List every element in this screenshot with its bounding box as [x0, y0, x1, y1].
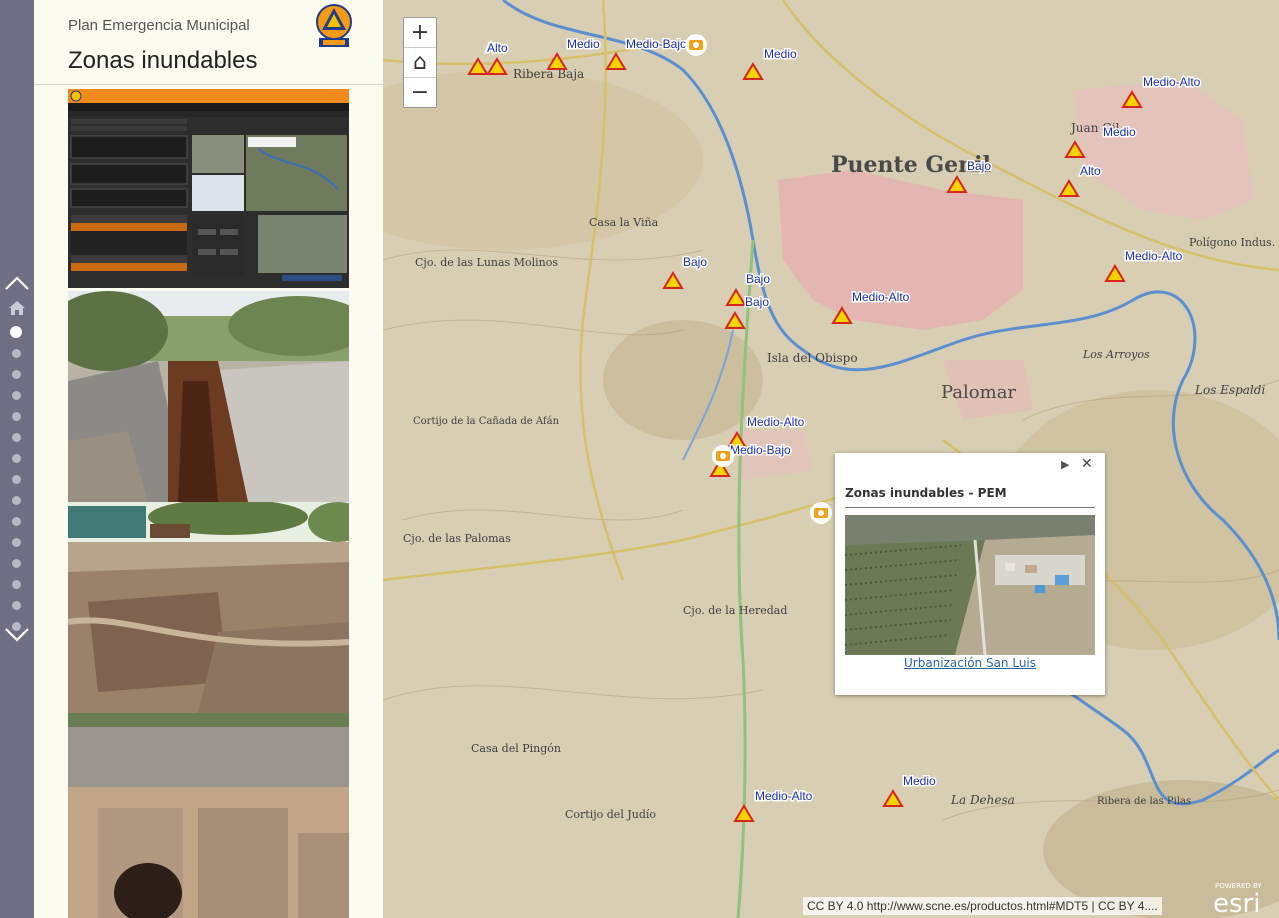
flood-risk-label: Medio-Bajo: [626, 37, 687, 51]
flood-risk-label: Medio-Bajo: [730, 443, 791, 457]
flood-risk-label: Medio: [764, 47, 797, 61]
flood-risk-label: Medio-Alto: [1125, 249, 1183, 263]
nav-dot[interactable]: [12, 559, 21, 568]
popup-close-icon[interactable]: ✕: [1081, 456, 1093, 472]
place-label-poligono: Polígono Indus. San Pancrac: [1189, 236, 1279, 249]
flood-risk-label: Bajo: [746, 272, 770, 286]
nav-dot[interactable]: [10, 326, 22, 338]
nav-dot[interactable]: [12, 517, 21, 526]
esri-logo[interactable]: POWERED BY esri: [1213, 880, 1273, 916]
home-extent-button[interactable]: ⌂: [404, 48, 436, 78]
place-label-pingon: Casa del Pingón: [471, 742, 561, 755]
camera-icon[interactable]: [712, 445, 734, 467]
topographic-basemap: Puente Genil Palomar Isla del Obispo Jua…: [383, 0, 1279, 918]
flood-risk-label: Medio: [903, 774, 936, 788]
zoom-controls: + ⌂ −: [403, 17, 437, 108]
flood-risk-label: Bajo: [745, 295, 769, 309]
header-divider: [34, 84, 383, 85]
flood-risk-label: Medio-Alto: [755, 789, 813, 803]
place-label-casa-vina: Casa la Viña: [589, 216, 659, 229]
nav-dot[interactable]: [12, 412, 21, 421]
place-label-lunas-molinos: Cjo. de las Lunas Molinos: [415, 256, 558, 269]
nav-dot[interactable]: [12, 349, 21, 358]
app-screenshot-image[interactable]: [68, 89, 349, 288]
flood-risk-label: Medio-Alto: [1143, 75, 1201, 89]
place-label-heredad: Cjo. de la Heredad: [683, 604, 787, 617]
culvert-photo-image[interactable]: [68, 713, 349, 918]
nav-dot[interactable]: [12, 454, 21, 463]
nav-dot[interactable]: [12, 391, 21, 400]
flood-risk-label: Medio-Alto: [852, 290, 910, 304]
nav-dot[interactable]: [12, 496, 21, 505]
nav-dot[interactable]: [12, 601, 21, 610]
story-nav-rail: [0, 0, 34, 918]
popup-divider: [845, 507, 1095, 508]
place-label-palomas: Cjo. de las Palomas: [403, 532, 511, 545]
place-label-arroyos: Los Arroyos: [1082, 348, 1150, 361]
place-label-ribera-pilas: Ribera de las Pilas: [1097, 796, 1191, 807]
flood-risk-label: Medio: [567, 37, 600, 51]
zoom-in-button[interactable]: +: [404, 18, 436, 48]
popup-title: Zonas inundables - PEM: [845, 486, 1007, 500]
feature-popup: ▶ ✕ Zonas inundables - PEM Urbanización …: [835, 453, 1105, 695]
nav-up-arrow-icon[interactable]: [4, 272, 30, 296]
nav-down-arrow-icon[interactable]: [4, 622, 30, 646]
place-label-judio: Cortijo del Judío: [565, 808, 656, 821]
place-label-canada-afan: Cortijo de la Cañada de Afán: [413, 416, 560, 427]
esri-brand-text: esri: [1213, 889, 1260, 916]
nav-dot[interactable]: [12, 370, 21, 379]
camera-icon[interactable]: [810, 502, 832, 524]
camera-icon[interactable]: [685, 34, 707, 56]
sidebar-panel: Plan Emergencia Municipal Zonas inundabl…: [34, 0, 383, 918]
nav-dot[interactable]: [12, 538, 21, 547]
proteccion-civil-logo: [316, 4, 352, 47]
flood-risk-label: Alto: [1080, 164, 1101, 178]
nav-dot[interactable]: [12, 433, 21, 442]
map-attribution[interactable]: CC BY 4.0 http://www.scne.es/productos.h…: [803, 897, 1162, 915]
erosion-photo-image[interactable]: [68, 291, 349, 502]
place-label-isla-obispo: Isla del Obispo: [767, 351, 858, 365]
aerial-photo-image[interactable]: [845, 515, 1095, 655]
flood-risk-label: Medio: [1103, 125, 1136, 139]
mud-field-photo-image[interactable]: [68, 502, 349, 713]
flood-risk-label: Bajo: [967, 159, 991, 173]
flood-risk-label: Bajo: [683, 255, 707, 269]
home-icon[interactable]: [8, 300, 26, 316]
flood-risk-label: Medio-Alto: [747, 415, 805, 429]
map-view[interactable]: Puente Genil Palomar Isla del Obispo Jua…: [383, 0, 1279, 918]
zoom-out-button[interactable]: −: [404, 78, 436, 107]
nav-dot[interactable]: [12, 475, 21, 484]
place-label-dehesa: La Dehesa: [950, 793, 1015, 807]
plan-subtitle: Plan Emergencia Municipal: [68, 17, 250, 34]
flood-risk-label: Alto: [487, 41, 508, 55]
place-label-espaldi: Los Espaldi: [1194, 383, 1265, 397]
place-label-palomar: Palomar: [941, 382, 1016, 403]
nav-dot[interactable]: [12, 580, 21, 589]
page-title: Zonas inundables: [68, 47, 258, 74]
popup-next-arrow-icon[interactable]: ▶: [1061, 458, 1069, 471]
popup-link-urbanizacion[interactable]: Urbanización San Luis: [835, 656, 1105, 670]
